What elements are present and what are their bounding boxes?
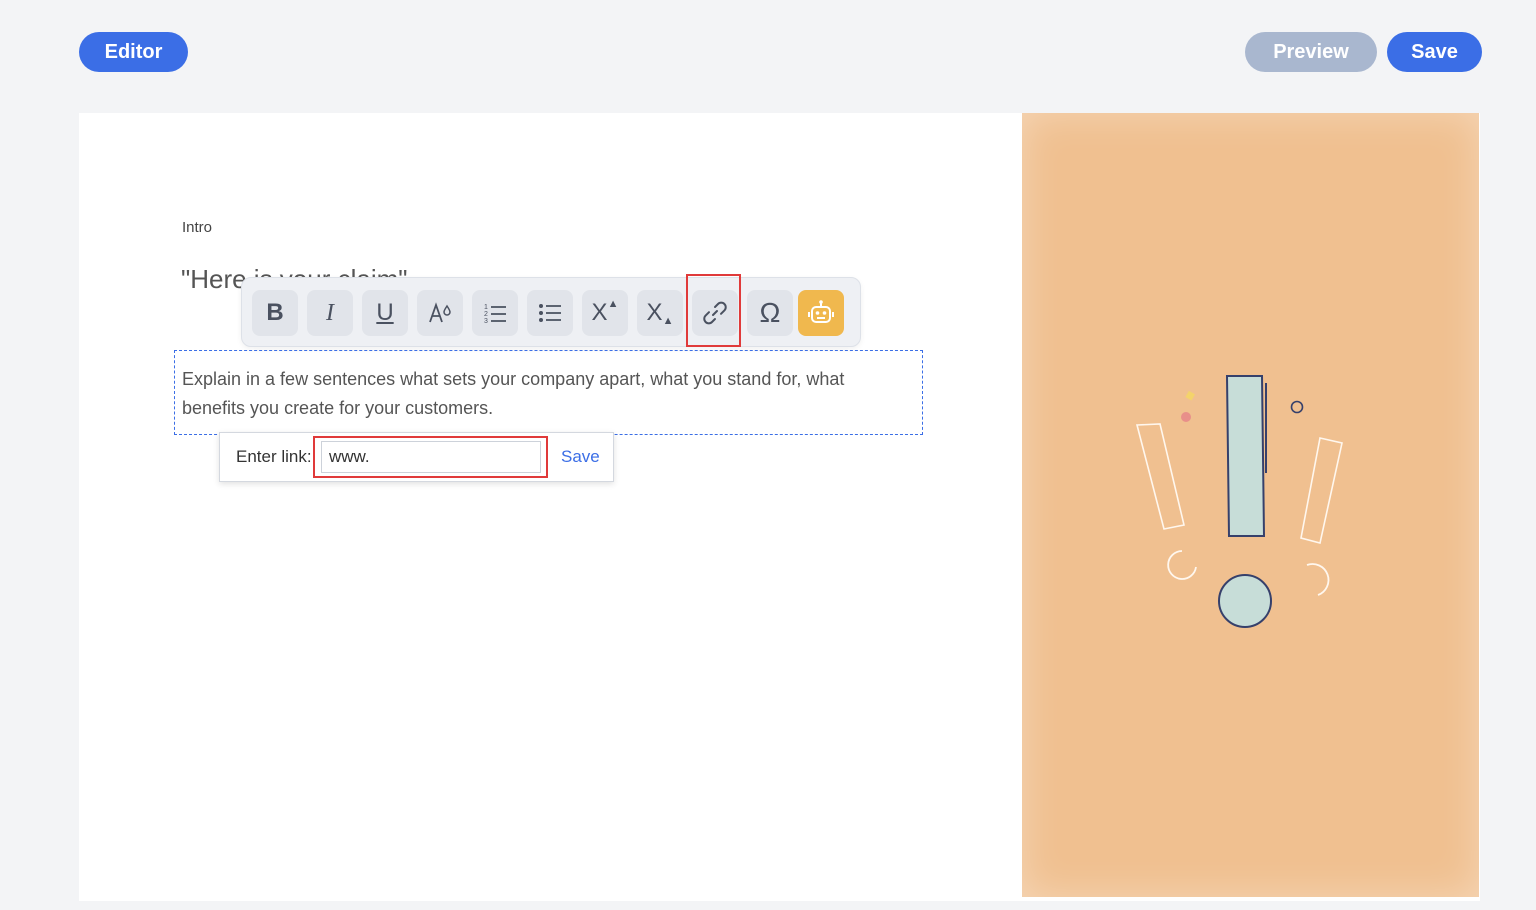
link-save-button[interactable]: Save bbox=[561, 447, 600, 467]
intro-label[interactable]: Intro bbox=[182, 219, 212, 236]
ordered-list-button[interactable]: 1 2 3 bbox=[472, 290, 518, 336]
link-button[interactable] bbox=[692, 290, 738, 336]
bullet-list-button[interactable] bbox=[527, 290, 573, 336]
italic-button[interactable]: I bbox=[307, 290, 353, 336]
paragraph-text[interactable]: Explain in a few sentences what sets you… bbox=[182, 365, 902, 423]
robot-icon bbox=[808, 300, 834, 323]
italic-icon: I bbox=[326, 299, 334, 326]
underline-icon: U bbox=[376, 299, 394, 326]
ordered-list-icon: 1 2 3 bbox=[484, 304, 506, 325]
bold-icon: B bbox=[266, 299, 284, 326]
bold-button[interactable]: B bbox=[252, 290, 298, 336]
special-character-button[interactable]: Ω bbox=[747, 290, 793, 336]
bullet-list-icon bbox=[539, 304, 561, 322]
font-color-icon bbox=[429, 302, 451, 323]
subscript-button[interactable]: X ▲ bbox=[637, 290, 683, 336]
underline-button[interactable]: U bbox=[362, 290, 408, 336]
subscript-icon: X bbox=[646, 299, 663, 326]
link-icon bbox=[703, 301, 727, 325]
font-color-button[interactable] bbox=[417, 290, 463, 336]
paragraph-block[interactable]: Explain in a few sentences what sets you… bbox=[174, 350, 923, 435]
superscript-button[interactable]: X ▲ bbox=[582, 290, 628, 336]
svg-text:1: 1 bbox=[484, 304, 488, 311]
ai-assistant-button[interactable] bbox=[798, 290, 844, 336]
editor-button[interactable]: Editor bbox=[79, 32, 188, 72]
link-popover: Enter link: Save bbox=[219, 432, 614, 482]
preview-button[interactable]: Preview bbox=[1245, 32, 1377, 72]
svg-text:2: 2 bbox=[484, 311, 488, 318]
illustration-fade bbox=[1022, 113, 1479, 897]
illustration-panel[interactable] bbox=[1022, 113, 1479, 897]
link-label: Enter link: bbox=[236, 447, 312, 466]
omega-icon: Ω bbox=[759, 297, 781, 328]
link-url-input[interactable] bbox=[321, 441, 541, 473]
save-button[interactable]: Save bbox=[1387, 32, 1482, 72]
superscript-icon: X bbox=[591, 299, 608, 326]
text-format-toolbar: B I U 1 2 3 X ▲ X ▲ Ω bbox=[241, 277, 861, 347]
svg-text:3: 3 bbox=[484, 318, 488, 325]
